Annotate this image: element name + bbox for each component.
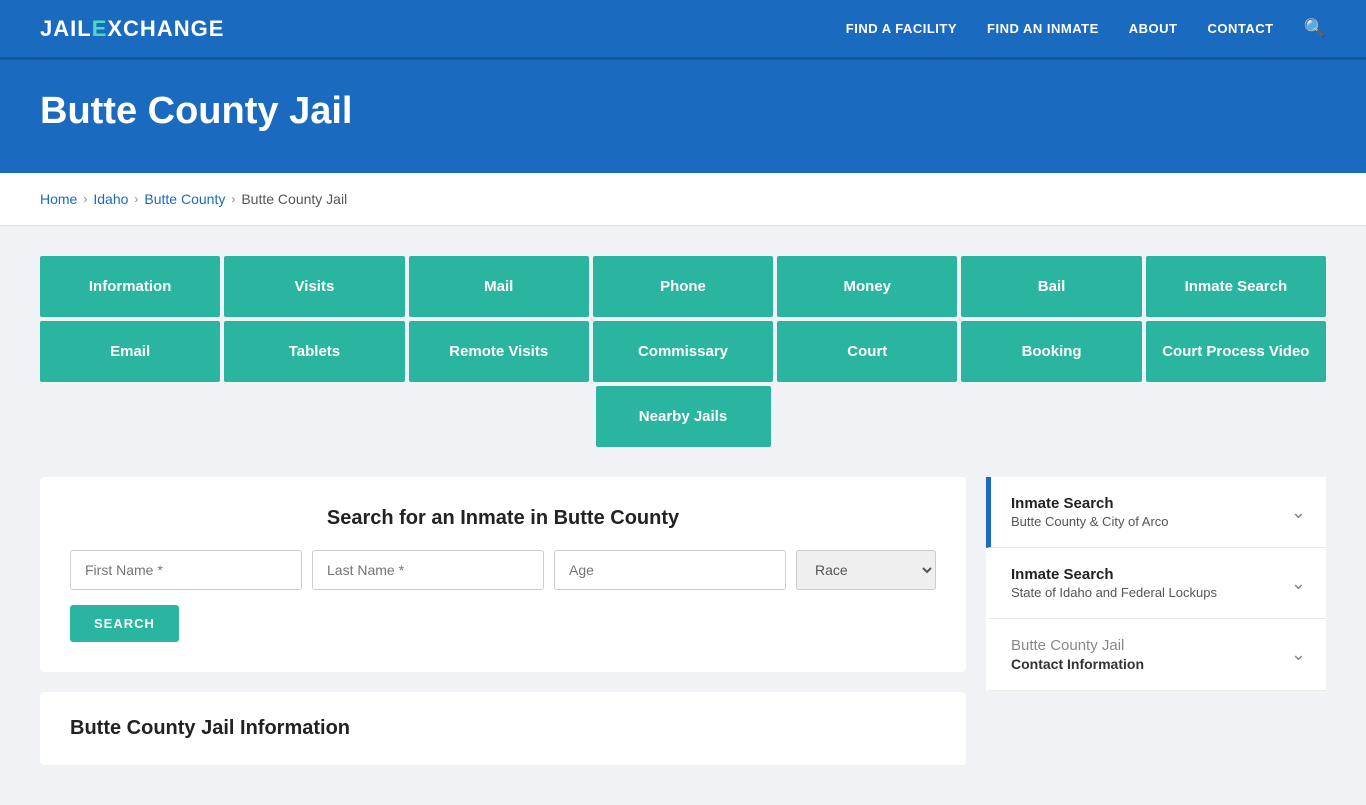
- chevron-down-icon-3: ⌄: [1291, 644, 1306, 665]
- btn-inmate-search[interactable]: Inmate Search: [1146, 256, 1326, 317]
- first-name-input[interactable]: [70, 550, 302, 590]
- navbar: JAILEXCHANGE FIND A FACILITY FIND AN INM…: [0, 0, 1366, 60]
- btn-mail[interactable]: Mail: [409, 256, 589, 317]
- breadcrumb-sep-3: ›: [231, 192, 235, 206]
- btn-remote-visits[interactable]: Remote Visits: [409, 321, 589, 382]
- breadcrumb-idaho[interactable]: Idaho: [93, 191, 128, 207]
- logo-ex: E: [92, 16, 108, 41]
- page-title: Butte County Jail: [40, 90, 1326, 133]
- nav-find-facility[interactable]: FIND A FACILITY: [846, 21, 957, 36]
- breadcrumb-current: Butte County Jail: [241, 191, 347, 207]
- main-content: Information Visits Mail Phone Money Bail…: [0, 226, 1366, 805]
- breadcrumb-butte-county[interactable]: Butte County: [144, 191, 225, 207]
- btn-email[interactable]: Email: [40, 321, 220, 382]
- sidebar-item-1-label: Inmate Search: [1011, 495, 1169, 512]
- race-select[interactable]: Race White Black Hispanic Asian Other: [796, 550, 936, 590]
- nav-about[interactable]: ABOUT: [1129, 21, 1178, 36]
- search-icon[interactable]: 🔍: [1304, 18, 1326, 39]
- bottom-title: Butte County Jail Information: [70, 717, 936, 740]
- breadcrumb-sep-1: ›: [83, 192, 87, 206]
- content-row: Search for an Inmate in Butte County Rac…: [40, 477, 1326, 765]
- breadcrumb-sep-2: ›: [134, 192, 138, 206]
- sidebar-item-1[interactable]: Inmate Search Butte County & City of Arc…: [986, 477, 1326, 548]
- btn-nearby-jails[interactable]: Nearby Jails: [596, 386, 771, 447]
- sidebar-item-3-sublabel: Contact Information: [1011, 656, 1144, 672]
- btn-phone[interactable]: Phone: [593, 256, 773, 317]
- btn-commissary[interactable]: Commissary: [593, 321, 773, 382]
- nav-find-inmate[interactable]: FIND AN INMATE: [987, 21, 1099, 36]
- btn-court[interactable]: Court: [777, 321, 957, 382]
- hero-banner: Butte County Jail: [0, 60, 1366, 173]
- btn-money[interactable]: Money: [777, 256, 957, 317]
- sidebar-item-3-label: Butte County Jail: [1011, 637, 1144, 654]
- breadcrumb: Home › Idaho › Butte County › Butte Coun…: [0, 173, 1366, 226]
- btn-tablets[interactable]: Tablets: [224, 321, 404, 382]
- breadcrumb-home[interactable]: Home: [40, 191, 77, 207]
- logo-jail: JAIL: [40, 16, 92, 41]
- sidebar: Inmate Search Butte County & City of Arc…: [986, 477, 1326, 691]
- logo[interactable]: JAILEXCHANGE: [40, 16, 224, 42]
- search-fields: Race White Black Hispanic Asian Other: [70, 550, 936, 590]
- bottom-info: Butte County Jail Information: [40, 692, 966, 765]
- logo-xchange: XCHANGE: [107, 16, 224, 41]
- nav-links: FIND A FACILITY FIND AN INMATE ABOUT CON…: [846, 18, 1326, 39]
- sidebar-item-1-sublabel: Butte County & City of Arco: [1011, 514, 1169, 529]
- btn-bail[interactable]: Bail: [961, 256, 1141, 317]
- search-button[interactable]: SEARCH: [70, 605, 179, 642]
- grid-row-1: Information Visits Mail Phone Money Bail…: [40, 256, 1326, 317]
- nav-contact[interactable]: CONTACT: [1207, 21, 1273, 36]
- age-input[interactable]: [554, 550, 786, 590]
- sidebar-item-2-label: Inmate Search: [1011, 566, 1217, 583]
- grid-row-3: Nearby Jails: [40, 386, 1326, 447]
- chevron-down-icon-2: ⌄: [1291, 573, 1306, 594]
- btn-booking[interactable]: Booking: [961, 321, 1141, 382]
- chevron-down-icon: ⌄: [1291, 502, 1306, 523]
- btn-court-process-video[interactable]: Court Process Video: [1146, 321, 1326, 382]
- search-title: Search for an Inmate in Butte County: [70, 507, 936, 530]
- btn-information[interactable]: Information: [40, 256, 220, 317]
- sidebar-item-2[interactable]: Inmate Search State of Idaho and Federal…: [986, 548, 1326, 619]
- grid-row-2: Email Tablets Remote Visits Commissary C…: [40, 321, 1326, 382]
- last-name-input[interactable]: [312, 550, 544, 590]
- sidebar-item-2-sublabel: State of Idaho and Federal Lockups: [1011, 585, 1217, 600]
- sidebar-item-3[interactable]: Butte County Jail Contact Information ⌄: [986, 619, 1326, 691]
- btn-visits[interactable]: Visits: [224, 256, 404, 317]
- search-panel: Search for an Inmate in Butte County Rac…: [40, 477, 966, 672]
